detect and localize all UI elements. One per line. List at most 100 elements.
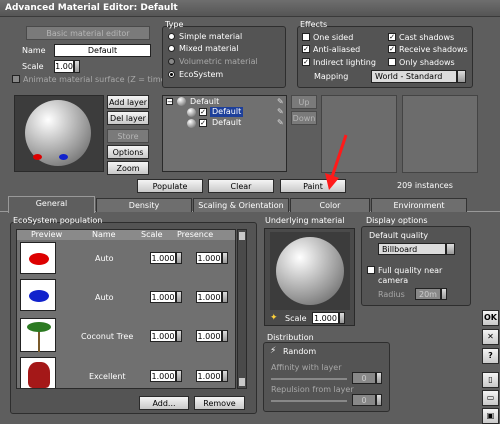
radio-volumetric-material-label: Volumetric material [179,57,258,66]
full-quality-label: Full quality near camera [378,266,443,285]
material-preview [14,95,104,172]
only-shadows-checkbox[interactable] [388,58,396,66]
mapping-dropdown-arrow[interactable] [457,70,466,83]
tab-density[interactable]: Density [96,198,192,212]
repulsion-slider[interactable] [271,400,347,402]
row-presence-input[interactable]: 1.000 [196,291,222,303]
radio-ecosystem[interactable] [168,71,175,78]
palm-tree-thumbnail [20,318,56,352]
add-layer-button[interactable]: Add layer [107,95,149,109]
anti-aliased-label: Anti-aliased [313,45,361,54]
scale-spinner[interactable] [74,60,80,73]
annotation-arrow [325,134,348,190]
store-button[interactable]: Store [107,129,149,143]
repulsion-input[interactable]: 0 [352,394,376,406]
animate-surface-label: Animate material surface (Z = time) [23,75,169,84]
radio-volumetric-material[interactable] [168,58,175,65]
cast-shadows-checkbox[interactable]: ✓ [388,33,396,41]
random-label[interactable]: Random [283,347,316,357]
row-presence-spinner[interactable] [222,330,228,342]
radius-label: Radius [378,290,405,299]
open-folder-icon[interactable]: ▭ [482,390,499,406]
layer-visible-checkbox[interactable]: ✓ [199,119,207,127]
zoom-button[interactable]: Zoom [107,161,149,175]
layer-visible-checkbox[interactable]: ✓ [199,108,207,116]
layer-sphere-icon [177,97,186,106]
row-presence-spinner[interactable] [222,252,228,264]
row-name: Coconut Tree [81,332,134,341]
full-quality-checkbox[interactable] [367,266,375,274]
indirect-lighting-checkbox[interactable]: ✓ [302,58,310,66]
affinity-slider[interactable] [271,378,347,380]
population-scrollbar[interactable] [237,229,247,389]
row-presence-spinner[interactable] [222,370,228,382]
row-scale-spinner[interactable] [176,291,182,303]
underlying-scale-input[interactable]: 1.000 [312,312,339,324]
edit-pencil-icon[interactable]: ✎ [277,118,284,127]
del-layer-button[interactable]: Del layer [107,111,149,125]
material-name-input[interactable]: Default [54,44,151,57]
palm-leaves-icon [27,322,51,332]
row-presence-input[interactable]: 1.000 [196,252,222,264]
move-up-button[interactable]: Up [291,95,317,109]
mapping-select[interactable]: World - Standard [371,70,457,83]
collapse-icon[interactable]: − [166,98,173,106]
row-scale-spinner[interactable] [176,330,182,342]
row-name: Auto [95,254,114,263]
scale-input[interactable]: 1.00 [54,60,74,73]
blue-object-thumbnail [20,279,56,311]
only-shadows-label: Only shadows [399,58,455,67]
quality-dropdown-arrow[interactable] [446,243,455,255]
tab-general[interactable]: General [8,196,95,213]
animate-surface-checkbox[interactable] [12,75,20,83]
row-scale-spinner[interactable] [176,252,182,264]
affinity-spinner[interactable] [376,372,382,384]
populate-button[interactable]: Populate [137,179,203,193]
row-scale-input[interactable]: 1.000 [150,252,176,264]
underlying-scale-spinner[interactable] [339,312,345,324]
layer-sphere-icon [187,119,196,128]
save-disk-icon[interactable]: ▣ [482,408,499,424]
row-presence-input[interactable]: 1.000 [196,330,222,342]
new-document-icon[interactable]: ▯ [482,372,499,388]
radius-input[interactable]: 20m [415,288,441,300]
underlying-material-title: Underlying material [265,216,345,225]
quality-select[interactable]: Billboard [378,243,446,255]
tree-child-label-selected[interactable]: Default [210,107,244,117]
row-presence-input[interactable]: 1.000 [196,370,222,382]
move-down-button[interactable]: Down [291,111,317,125]
row-scale-input[interactable]: 1.000 [150,330,176,342]
row-scale-input[interactable]: 1.000 [150,291,176,303]
basic-material-editor-button[interactable]: Basic material editor [26,26,150,40]
row-scale-input[interactable]: 1.000 [150,370,176,382]
ok-button[interactable]: OK [482,310,499,326]
tab-environment[interactable]: Environment [371,198,467,212]
tab-color[interactable]: Color [290,198,370,212]
scrollbar-down-arrow[interactable] [239,378,245,386]
tree-root-label[interactable]: Default [190,97,219,107]
close-icon[interactable]: ✕ [482,329,499,345]
col-presence: Presence [177,230,214,239]
row-scale-spinner[interactable] [176,370,182,382]
clear-button[interactable]: Clear [208,179,274,193]
scrollbar-up-arrow[interactable] [239,232,245,240]
receive-shadows-checkbox[interactable]: ✓ [388,45,396,53]
remove-population-button[interactable]: Remove [194,396,245,410]
affinity-input[interactable]: 0 [352,372,376,384]
anti-aliased-checkbox[interactable]: ✓ [302,45,310,53]
tree-child-label[interactable]: Default [212,118,241,128]
edit-pencil-icon[interactable]: ✎ [277,97,284,106]
one-sided-checkbox[interactable] [302,33,310,41]
radio-simple-material[interactable] [168,33,175,40]
options-button[interactable]: Options [107,145,149,159]
tab-scaling-orientation[interactable]: Scaling & Orientation [193,198,289,212]
add-population-button[interactable]: Add... [139,396,189,410]
repulsion-spinner[interactable] [376,394,382,406]
edit-pencil-icon[interactable]: ✎ [277,107,284,116]
row-presence-spinner[interactable] [222,291,228,303]
wand-icon[interactable]: ✦ [270,313,278,323]
red-plant-thumbnail [20,357,56,388]
help-button[interactable]: ? [482,348,499,364]
radio-mixed-material[interactable] [168,45,175,52]
radius-spinner[interactable] [441,288,447,300]
